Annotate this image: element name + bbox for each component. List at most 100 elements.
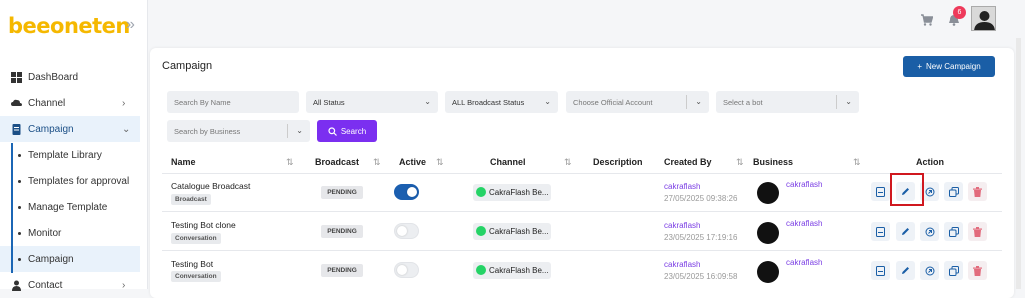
campaign-name[interactable]: Catalogue Broadcast (171, 181, 250, 191)
divider (836, 95, 837, 109)
scrollbar[interactable] (1016, 38, 1021, 289)
pencil-icon (902, 267, 909, 274)
document-icon (12, 123, 21, 135)
campaign-name[interactable]: Testing Bot (171, 259, 213, 269)
broadcast-status-badge: PENDING (321, 225, 363, 238)
business-logo (757, 261, 779, 283)
new-campaign-label: New Campaign (925, 62, 981, 71)
delete-button[interactable] (968, 261, 987, 280)
business-logo (757, 182, 779, 204)
cart-icon[interactable] (921, 14, 933, 26)
channel-label: CakraFlash Be... (489, 266, 549, 275)
column-header-business: Business (753, 157, 794, 167)
grid-icon (11, 71, 22, 83)
channel-chip: CakraFlash Be... (473, 223, 551, 240)
business-name[interactable]: cakraflash (786, 258, 822, 267)
avatar[interactable] (971, 6, 996, 31)
active-toggle[interactable] (394, 223, 419, 239)
edit-button[interactable] (896, 222, 915, 241)
chevron-double-right-icon[interactable]: » (126, 16, 135, 34)
delete-button[interactable] (968, 222, 987, 241)
sidebar: beeoneten » DashBoard Channel › Campaign… (0, 0, 148, 291)
broadcast-status-value: ALL Broadcast Status (452, 97, 525, 107)
channel-chip: CakraFlash Be... (473, 262, 551, 279)
sidebar-subitem-manage-template[interactable]: Manage Template (0, 194, 140, 220)
sort-icon[interactable]: ⇅ (286, 157, 294, 168)
active-toggle[interactable] (394, 262, 419, 278)
view-button[interactable] (871, 261, 890, 280)
sort-icon[interactable]: ⇅ (373, 157, 381, 168)
bullet-icon (18, 231, 21, 235)
sort-icon[interactable]: ⇅ (853, 157, 861, 168)
sidebar-subitem-monitor[interactable]: Monitor (0, 220, 140, 246)
campaign-type-tag: Broadcast (171, 194, 211, 205)
search-button[interactable]: Search (317, 120, 377, 142)
view-button[interactable] (871, 222, 890, 241)
broadcast-status-badge: PENDING (321, 186, 363, 199)
business-placeholder: Search by Business (174, 126, 241, 136)
chevron-down-icon: ⌄ (695, 97, 702, 106)
edit-button-highlight (890, 173, 924, 206)
channel-label: CakraFlash Be... (489, 188, 549, 197)
sidebar-subitem-template-library[interactable]: Template Library (0, 142, 140, 168)
business-name[interactable]: cakraflash (786, 180, 822, 189)
column-header-action: Action (916, 157, 944, 167)
active-toggle[interactable] (394, 184, 419, 200)
column-header-name: Name (171, 157, 196, 167)
campaign-name[interactable]: Testing Bot clone (171, 220, 236, 230)
sidebar-item-label: Channel (28, 97, 66, 109)
notification-badge: 6 (953, 6, 966, 19)
channel-label: CakraFlash Be... (489, 227, 549, 236)
submenu-indicator (11, 143, 13, 273)
column-header-active: Active (399, 157, 427, 167)
app-logo[interactable]: beeoneten (8, 14, 130, 38)
sidebar-item-channel[interactable]: Channel › (0, 90, 140, 116)
sort-icon[interactable]: ⇅ (736, 157, 744, 168)
duplicate-button[interactable] (944, 182, 963, 201)
row-divider (162, 211, 1002, 212)
business-name[interactable]: cakraflash (786, 219, 822, 228)
bot-placeholder: Select a bot (723, 97, 763, 107)
broadcast-status-select[interactable]: ALL Broadcast Status ⌄ (445, 91, 558, 113)
user-avatar-icon (974, 11, 995, 30)
copy-icon (948, 265, 959, 276)
sidebar-subitem-templates-for-approval[interactable]: Templates for approval (0, 168, 140, 194)
bullet-icon (18, 257, 21, 261)
campaign-type-tag: Conversation (171, 233, 221, 244)
creator-name: cakraflash (664, 182, 701, 191)
sidebar-item-contact[interactable]: Contact › (0, 272, 140, 298)
new-campaign-button[interactable]: + New Campaign (903, 56, 995, 77)
bullet-icon (18, 205, 21, 209)
edit-button[interactable] (896, 261, 915, 280)
duplicate-button[interactable] (944, 261, 963, 280)
status-select[interactable]: All Status ⌄ (306, 91, 438, 113)
share-button[interactable] (920, 261, 939, 280)
official-account-select[interactable]: Choose Official Account ⌄ (566, 91, 709, 113)
column-header-channel: Channel (490, 157, 526, 167)
bullet-icon (18, 179, 21, 183)
sidebar-item-label: Template Library (28, 149, 102, 161)
business-select[interactable]: Search by Business ⌄ (167, 120, 310, 142)
channel-chip: CakraFlash Be... (473, 184, 551, 201)
bot-select[interactable]: Select a bot ⌄ (716, 91, 859, 113)
chevron-down-icon: ⌄ (424, 97, 431, 106)
whatsapp-icon (476, 265, 486, 275)
creator-name: cakraflash (664, 260, 701, 269)
duplicate-button[interactable] (944, 222, 963, 241)
arrow-circle-icon (925, 227, 934, 236)
created-date: 23/05/2025 16:09:58 (664, 272, 738, 281)
document-icon (876, 265, 885, 276)
sidebar-item-label: DashBoard (28, 71, 79, 83)
sort-icon[interactable]: ⇅ (436, 157, 444, 168)
sidebar-item-dashboard[interactable]: DashBoard (0, 64, 140, 90)
sidebar-subitem-campaign[interactable]: Campaign (0, 246, 140, 272)
chevron-right-icon: › (122, 97, 126, 109)
share-button[interactable] (920, 222, 939, 241)
column-header-description: Description (593, 157, 643, 167)
search-name-input[interactable]: Search By Name (167, 91, 299, 113)
sort-icon[interactable]: ⇅ (564, 157, 572, 168)
sidebar-item-campaign[interactable]: Campaign ⌄ (0, 116, 140, 142)
delete-button[interactable] (968, 182, 987, 201)
view-button[interactable] (871, 182, 890, 201)
created-date: 23/05/2025 17:19:16 (664, 233, 738, 242)
